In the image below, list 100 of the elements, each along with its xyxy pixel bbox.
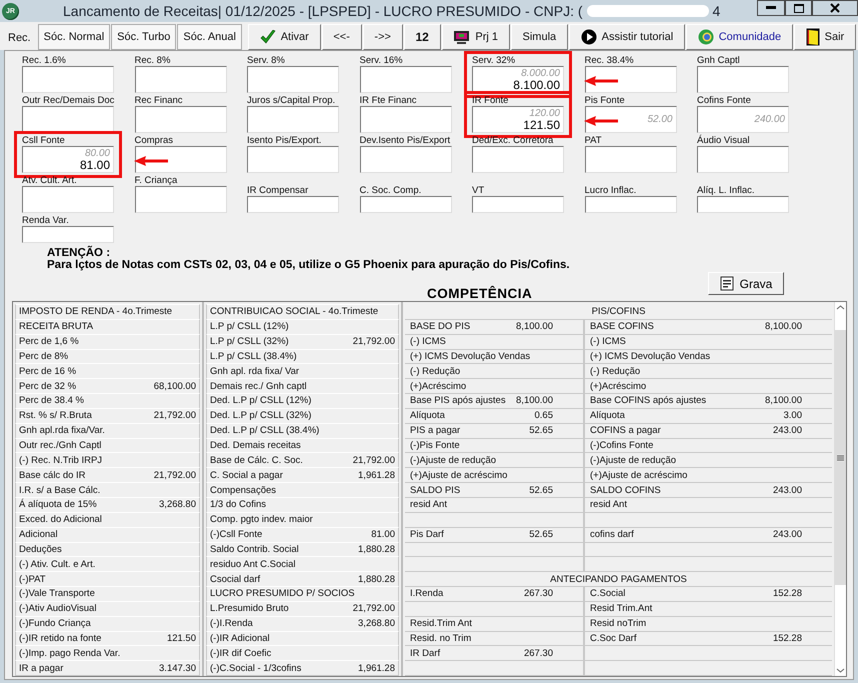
table-cell: Á alíquota de 15% <box>19 499 97 510</box>
save-button[interactable]: Grava <box>708 272 784 295</box>
input-field[interactable]: 8.000.00 8.100.00 <box>472 66 564 93</box>
toolbar-button[interactable]: Ativar <box>248 24 321 50</box>
table-cell: Outr rec./Gnh Captl <box>19 440 102 452</box>
input-field[interactable] <box>247 66 339 93</box>
field-label: Csll Fonte <box>22 136 66 145</box>
field-label: IR Compensar <box>247 186 310 195</box>
field-label: Dev.Isento Pis/Export <box>360 136 452 145</box>
input-field[interactable] <box>22 226 114 243</box>
table-value: 0.65 <box>534 410 553 422</box>
table-cell: Perc de 8% <box>19 350 68 362</box>
toolbar-button[interactable]: Sair <box>794 24 856 50</box>
maximize-button[interactable] <box>785 0 812 16</box>
input-field[interactable] <box>22 106 114 133</box>
input-field[interactable] <box>697 196 789 213</box>
toolbar-button[interactable]: Assistir tutorial <box>568 24 685 50</box>
table-cell: (-)Imp. pago Renda Var. <box>19 648 120 659</box>
table-cell: (-)Csll Fonte <box>210 529 262 540</box>
table-cell: (-)IR retido na fonte <box>19 632 102 644</box>
input-field[interactable] <box>22 66 114 93</box>
table-value: 267.30 <box>524 648 553 659</box>
toolbar-button[interactable]: ->> <box>362 24 403 50</box>
input-field[interactable] <box>134 106 226 133</box>
tab[interactable]: Sóc. Normal <box>38 24 110 50</box>
window-title: 4 <box>712 3 720 19</box>
table-cell: Base de Cálc. C. Soc. <box>210 454 303 466</box>
toolbar-button[interactable]: 12 <box>404 24 441 50</box>
table-cell: (-)Ajuste de redução <box>590 454 676 466</box>
table-cell: I.R. s/ a Base Cálc. <box>19 484 100 496</box>
input-field[interactable]: 80.00 81.00 <box>22 146 114 173</box>
table-value: 8,100.00 <box>516 395 553 406</box>
table-value: 21,792.00 <box>352 336 395 348</box>
table-cell: Ded. L.P p/ CSLL (38.4%) <box>210 425 320 436</box>
input-field[interactable] <box>22 186 114 213</box>
table-value: 1,961.28 <box>358 470 395 481</box>
table-cell: Base COFINS após ajustes <box>590 395 706 406</box>
input-field[interactable] <box>247 146 339 173</box>
field-label: Lucro Inflac. <box>584 186 638 195</box>
input-field[interactable] <box>360 146 452 173</box>
table-cell: (+)Acréscimo <box>410 380 466 392</box>
field-label: PAT <box>584 136 603 145</box>
table-cell: 1/3 do Cofins <box>210 499 266 510</box>
table-cell: (-)Ajuste de redução <box>410 454 496 466</box>
table-cell: LUCRO PRESUMIDO P/ SOCIOS <box>210 588 355 600</box>
minimize-button[interactable] <box>757 0 785 16</box>
table-cell: L.P p/ CSLL (12%) <box>210 321 289 332</box>
field-label: Serv. 32% <box>472 56 516 65</box>
field-label: Isento Pis/Export. <box>247 136 322 145</box>
toolbar-button[interactable]: Simula <box>510 24 568 50</box>
table-value: 8,100.00 <box>765 395 802 406</box>
table-cell: resid Ant <box>590 499 627 510</box>
table-cell: (-)Cofins Fonte <box>590 440 654 452</box>
input-field[interactable] <box>360 196 452 213</box>
table-cell: BASE DO PIS <box>410 321 470 332</box>
field-label: Rec. 38.4% <box>584 56 635 65</box>
table-value: 3.00 <box>784 410 802 422</box>
table-cell: Pis Darf <box>410 529 444 540</box>
input-field[interactable] <box>584 66 676 93</box>
table-cell: (-)C.Social - 1/3cofins <box>210 662 302 674</box>
input-field[interactable] <box>584 196 676 213</box>
input-field[interactable] <box>134 146 226 173</box>
table-value: 3,268.80 <box>159 499 196 510</box>
tab[interactable]: Sóc. Turbo <box>111 24 176 50</box>
minimize-icon <box>766 6 776 10</box>
scrollbar[interactable] <box>834 302 846 676</box>
input-field[interactable] <box>472 146 564 173</box>
input-field[interactable] <box>247 196 339 213</box>
table-cell: Ded. L.P p/ CSLL (32%) <box>210 410 312 422</box>
input-field[interactable] <box>584 146 676 173</box>
field-label: Renda Var. <box>22 216 70 225</box>
input-field[interactable] <box>472 196 564 213</box>
toolbar-button[interactable]: Comunidade <box>686 24 793 50</box>
input-field[interactable] <box>360 106 452 133</box>
table-cell: Rst. % s/ R.Bruta <box>19 410 92 422</box>
input-field[interactable] <box>247 106 339 133</box>
table-cell: SALDO PIS <box>410 484 460 496</box>
table-cell: COFINS a pagar <box>590 425 661 436</box>
previous-value: 52.00 <box>647 114 672 125</box>
input-field[interactable] <box>697 146 789 173</box>
tab[interactable]: Sóc. Anual <box>177 24 242 50</box>
toolbar-button[interactable]: <<- <box>322 24 362 50</box>
input-field[interactable] <box>134 186 226 213</box>
field-label: Alíq. L. Inflac. <box>697 186 756 195</box>
input-field[interactable] <box>134 66 226 93</box>
input-field[interactable]: 120.00 121.50 <box>472 106 564 133</box>
check-icon <box>260 30 276 44</box>
close-button[interactable] <box>812 0 858 16</box>
table-cell: Resid Trim.Ant <box>590 603 652 614</box>
toolbar-button[interactable]: Prj 1 <box>442 24 510 50</box>
table-cell: SALDO COFINS <box>590 484 661 496</box>
field-label: Outr Rec/Demais Doc <box>22 96 114 105</box>
table-value: 267.30 <box>524 588 553 600</box>
table-cell: (-) Redução <box>410 366 460 377</box>
table-cell: Resid. no Trim <box>410 632 472 644</box>
table-value: 3.147.30 <box>159 662 196 674</box>
input-field[interactable] <box>360 66 452 93</box>
input-field[interactable] <box>697 66 789 93</box>
table-value: 52.65 <box>529 484 553 496</box>
table-cell: Gnh apl.rda fixa/Var. <box>19 425 105 436</box>
